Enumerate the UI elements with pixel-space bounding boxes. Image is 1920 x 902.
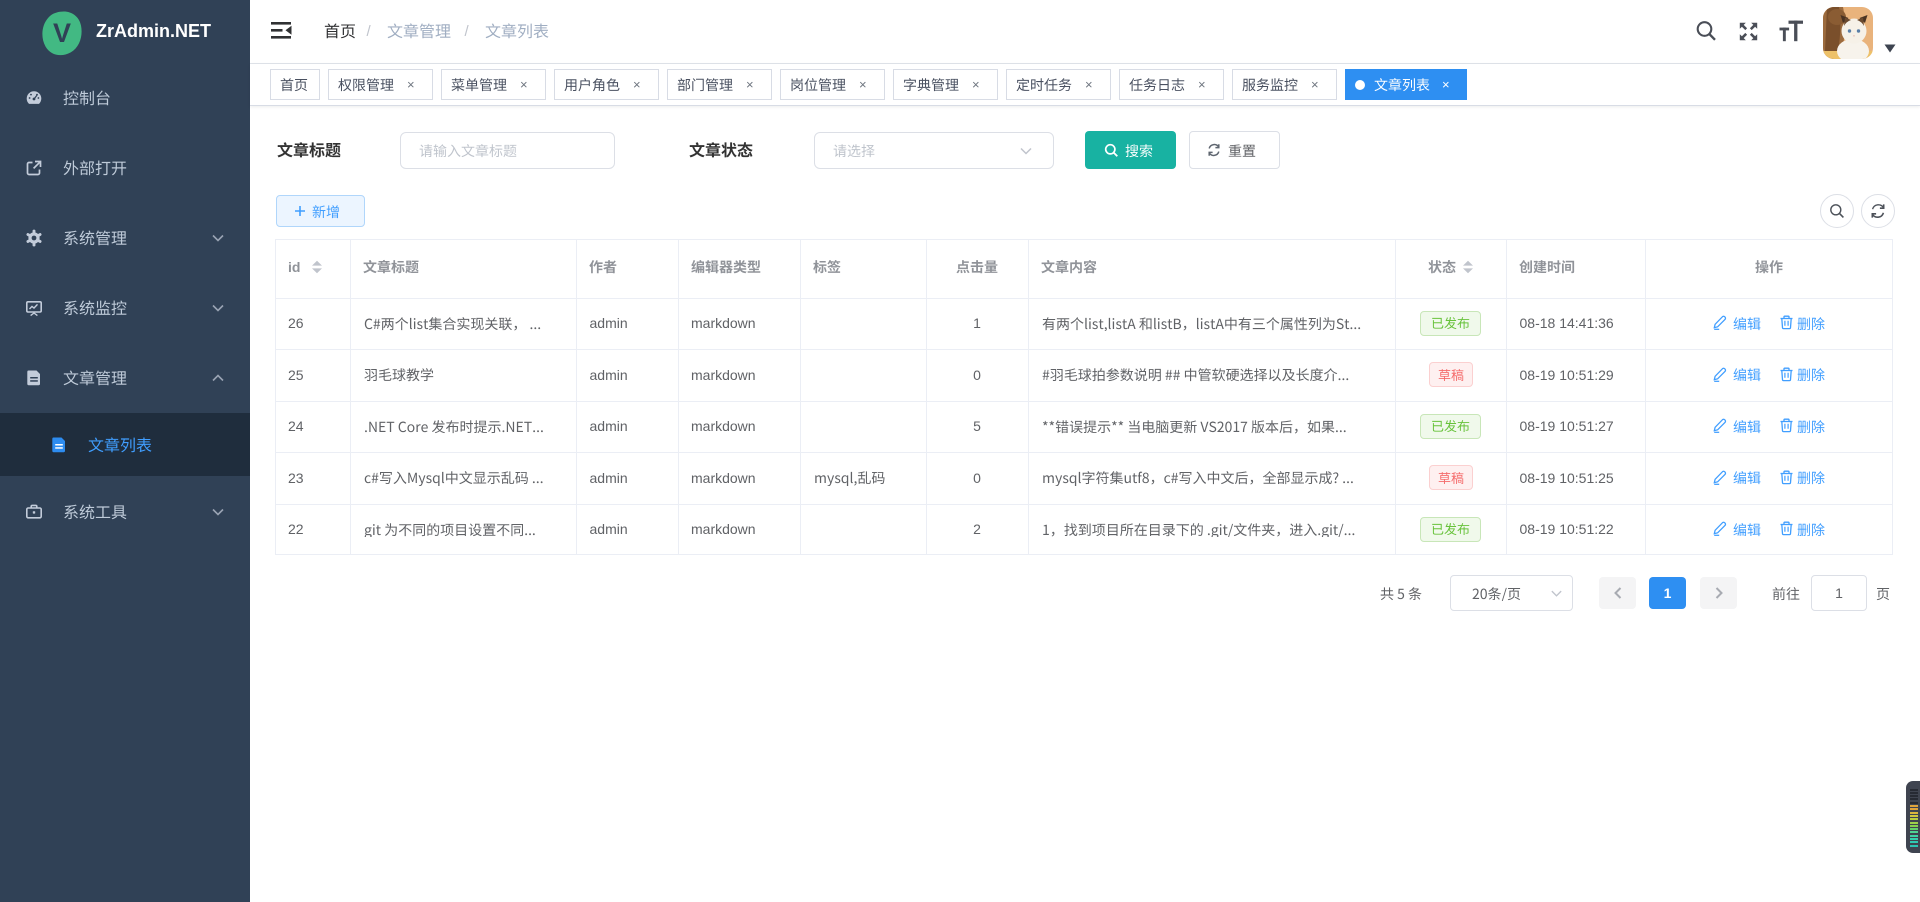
svg-text:V: V (53, 18, 71, 48)
